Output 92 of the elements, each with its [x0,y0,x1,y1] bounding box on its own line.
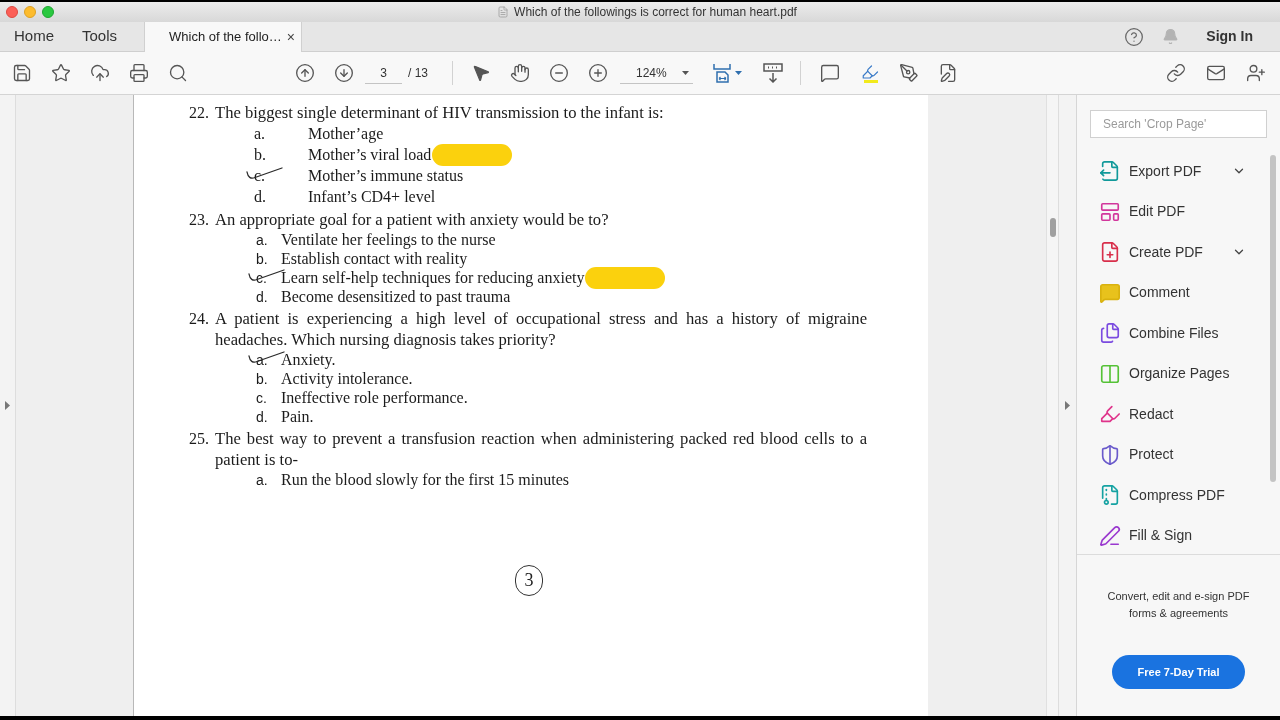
page-number-field[interactable]: 3 [365,62,402,84]
tool-item[interactable]: Protect [1077,434,1270,475]
pen-nib-icon[interactable] [899,63,919,83]
cloud-upload-icon[interactable] [90,63,110,83]
tool-item[interactable]: Combine Files [1077,313,1270,354]
file-archive-icon [1099,484,1121,507]
option-text: Ineffective role performance. [281,388,468,409]
nav-tab[interactable]: Home [0,22,68,51]
scroll-mode-icon[interactable] [763,63,783,83]
tool-item[interactable]: Edit PDF [1077,191,1270,232]
option-text: Infant’s CD4+ level [308,186,436,207]
question-text: A patient is experiencing a high level of occupational stress and has a history of migraine headaches. Which nursing diagnosis takes priority? [215,308,867,350]
zoom-out-icon[interactable] [549,63,569,83]
star-icon[interactable] [51,63,71,83]
option-letter: a. [256,231,268,248]
option-letter: b. [256,370,268,387]
zoom-dropdown[interactable]: 124% [620,62,693,84]
scrollbar-thumb[interactable] [1270,155,1276,482]
tool-item[interactable]: Compress PDF [1077,475,1270,516]
scrollbar-thumb[interactable] [1049,218,1056,237]
option-text: Ventilate her feelings to the nurse [281,229,496,251]
option-letter: d. [256,288,268,305]
link-icon[interactable] [1166,63,1186,83]
question-number: 22. [189,103,210,123]
question-number: 25. [189,429,210,449]
highlighter-icon[interactable] [860,63,880,83]
caret-icon [735,71,742,75]
shield-icon [1099,443,1121,466]
zoom-in-icon[interactable] [588,63,608,83]
window-title: Which of the followings is correct for human heart.pdf [514,4,797,21]
caret-icon [682,70,689,75]
document-icon [497,6,510,18]
question-number: 24. [189,309,210,329]
fit-page-icon [712,63,732,83]
comment-icon [1099,281,1121,304]
tool-item[interactable]: Redact [1077,394,1270,435]
search-field[interactable]: Search 'Crop Page' [1090,110,1267,138]
file-plus-icon [1099,241,1121,264]
option-letter: b. [256,250,268,267]
free-trial-button[interactable]: Free 7-Day Trial [1112,655,1245,689]
option-letter: b. [254,145,266,163]
help-icon[interactable] [1124,26,1145,47]
print-icon[interactable] [129,63,149,83]
search-icon[interactable] [168,63,188,83]
option-letter: d. [254,187,266,205]
file-pen-icon[interactable] [938,63,958,83]
files-icon [1099,322,1121,345]
option-text: Learn self-help techniques for reducing anxiety [281,268,585,289]
expand-panel-icon[interactable] [5,401,10,410]
option-text: Mother’s viral load [308,144,432,165]
page-count: / 13 [408,65,429,82]
next-page-icon[interactable] [334,63,354,83]
tool-item[interactable]: Create PDF [1077,232,1270,273]
save-icon[interactable] [12,63,32,83]
option-text: Run the blood slowly for the first 15 minutes [281,469,569,491]
comment-icon[interactable] [820,63,840,83]
question-text: The best way to prevent a transfusion reaction when administering packed red blood cells to a patient is to- [215,428,867,470]
fit-page-button[interactable] [712,63,742,83]
hand-icon[interactable] [510,63,530,83]
previous-page-icon[interactable] [295,63,315,83]
pen-icon [1099,524,1121,547]
mail-icon[interactable] [1206,63,1226,83]
close-window-button[interactable] [6,6,18,18]
question-number: 23. [189,210,210,230]
option-text: Mother’age [308,123,384,145]
option-text: Anxiety. [281,349,336,371]
tool-item[interactable]: Fill & Sign [1077,515,1270,556]
question-text: An appropriate goal for a patient with anxiety would be to? [215,209,610,230]
tool-item[interactable]: Organize Pages [1077,353,1270,394]
promo-text: Convert, edit and e-sign PDF forms & agreements [1106,589,1251,621]
document-tab[interactable]: Which of the follo… × [144,22,303,52]
columns-icon [1099,362,1121,385]
nav-tab[interactable]: Tools [68,22,132,51]
tool-item[interactable]: Comment [1077,272,1270,313]
option-letter: d. [256,408,268,425]
add-user-icon[interactable] [1246,63,1266,83]
tool-item[interactable]: Export PDF [1077,151,1270,192]
option-text: Pain. [281,406,314,427]
layout-icon [1099,200,1121,223]
option-text: Activity intolerance. [281,369,413,390]
option-text: Establish contact with reality [281,249,468,270]
option-letter: a. [256,471,268,488]
close-tab-button[interactable]: × [286,30,296,44]
option-text: Become desensitized to past trauma [281,287,511,308]
select-cursor-icon[interactable] [471,63,491,83]
question-text: The biggest single determinant of HIV transmission to the infant is: [215,102,665,123]
option-letter: c. [256,389,267,406]
option-text: Mother’s immune status [308,165,464,186]
option-letter: a. [254,124,266,142]
collapse-panel-icon[interactable] [1065,401,1070,410]
sign-in-button[interactable]: Sign In [1206,26,1253,47]
file-arrow-icon [1099,160,1121,183]
